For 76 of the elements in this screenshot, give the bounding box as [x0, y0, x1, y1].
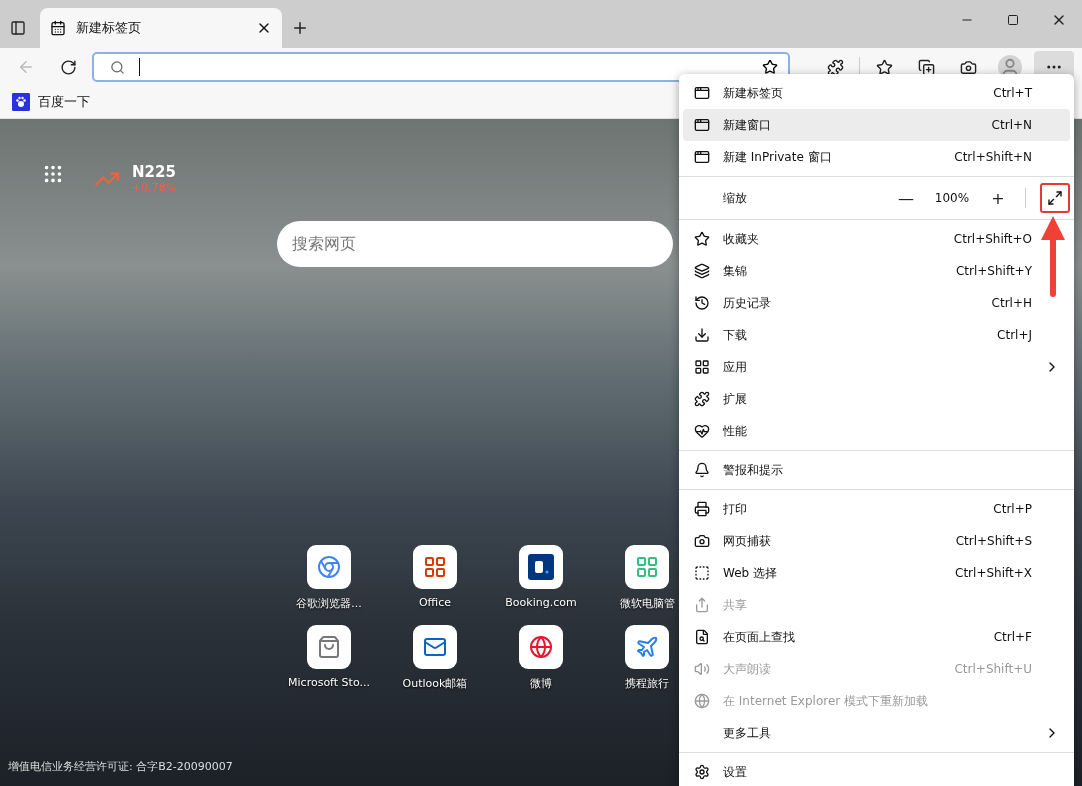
paw-icon	[12, 93, 30, 111]
menu-icon	[694, 661, 710, 677]
menu-icon	[694, 85, 710, 101]
favorites-icon[interactable]	[875, 58, 893, 76]
site-tile-icon[interactable]	[307, 545, 351, 589]
fullscreen-button[interactable]	[1040, 183, 1070, 213]
site-tile-label[interactable]: Outlook邮箱	[402, 676, 468, 691]
menu-icon	[694, 359, 710, 375]
menu-item[interactable]: 性能	[683, 415, 1070, 447]
menu-item[interactable]: 在页面上查找 Ctrl+F	[683, 621, 1070, 653]
ticker-change: +0.78%	[132, 181, 177, 194]
refresh-icon[interactable]	[59, 58, 77, 76]
menu-icon	[694, 391, 710, 407]
menu-item[interactable]: 新建 InPrivate 窗口 Ctrl+Shift+N	[683, 141, 1070, 173]
zoom-out-button[interactable]: —	[893, 185, 919, 211]
tab-page-icon	[50, 20, 66, 36]
menu-icon	[694, 597, 710, 613]
menu-item[interactable]: 设置	[683, 756, 1070, 786]
menu-icon	[694, 327, 710, 343]
apps-grid-icon[interactable]	[42, 163, 64, 185]
menu-icon	[694, 565, 710, 581]
expand-icon	[1047, 190, 1063, 206]
menu-item[interactable]: 更多工具	[683, 717, 1070, 749]
browser-tab[interactable]: 新建标签页	[40, 8, 282, 48]
menu-item[interactable]: 网页捕获 Ctrl+Shift+S	[683, 525, 1070, 557]
search-icon	[110, 59, 125, 75]
menu-item[interactable]: 历史记录 Ctrl+H	[683, 287, 1070, 319]
menu-icon	[694, 117, 710, 133]
new-tab-icon[interactable]	[291, 19, 309, 37]
ticker-name: N225	[132, 163, 177, 181]
menu-icon	[694, 149, 710, 165]
add-favorite-icon[interactable]	[762, 59, 778, 75]
site-tile-icon[interactable]	[625, 545, 669, 589]
menu-item[interactable]: 打印 Ctrl+P	[683, 493, 1070, 525]
menu-item[interactable]: 下载 Ctrl+J	[683, 319, 1070, 351]
menu-icon	[694, 423, 710, 439]
menu-icon	[694, 764, 710, 780]
menu-item[interactable]: 集锦 Ctrl+Shift+Y	[683, 255, 1070, 287]
site-tile-label[interactable]: 谷歌浏览器...	[296, 596, 362, 611]
sidebar-icon[interactable]	[10, 20, 26, 36]
site-tile-icon[interactable]	[519, 625, 563, 669]
menu-icon	[694, 629, 710, 645]
zoom-level: 100%	[933, 191, 971, 205]
site-tile-label[interactable]: Office	[418, 596, 452, 609]
menu-item[interactable]: 收藏夹 Ctrl+Shift+O	[683, 223, 1070, 255]
menu-icon	[694, 263, 710, 279]
menu-icon	[694, 462, 710, 478]
menu-item[interactable]: 新建窗口 Ctrl+N	[683, 109, 1070, 141]
site-tile-label[interactable]: 微软电脑管	[619, 596, 675, 611]
site-tile-icon[interactable]	[413, 545, 457, 589]
menu-icon	[694, 295, 710, 311]
site-tile-icon[interactable]	[625, 625, 669, 669]
maximize-icon[interactable]	[1007, 14, 1019, 26]
menu-icon	[694, 501, 710, 517]
menu-item[interactable]: Web 选择 Ctrl+Shift+X	[683, 557, 1070, 589]
zoom-in-button[interactable]: +	[985, 185, 1011, 211]
site-tile-icon[interactable]	[413, 625, 457, 669]
menu-item[interactable]: 扩展	[683, 383, 1070, 415]
menu-item-label: 缩放	[723, 189, 748, 207]
bookmark[interactable]: 百度一下	[38, 93, 90, 111]
site-tile-label[interactable]: Booking.com	[505, 596, 577, 609]
menu-icon	[694, 533, 710, 549]
menu-icon	[694, 693, 710, 709]
puzzle-icon[interactable]	[826, 58, 844, 76]
menu-item[interactable]: 新建标签页 Ctrl+T	[683, 77, 1070, 109]
site-tile-label[interactable]: 微博	[530, 676, 552, 691]
site-tile-icon[interactable]	[307, 625, 351, 669]
search-field[interactable]: 搜索网页	[277, 221, 673, 267]
menu-item[interactable]: 警报和提示	[683, 454, 1070, 486]
camera-icon[interactable]	[959, 58, 977, 76]
menu-item[interactable]: 应用	[683, 351, 1070, 383]
license-text: 增值电信业务经营许可证: 合字B2-20090007	[8, 759, 233, 774]
menu-icon	[694, 231, 710, 247]
site-tile-icon[interactable]	[519, 545, 563, 589]
site-tile-label[interactable]: 携程旅行	[625, 676, 669, 691]
site-tile-label[interactable]: Microsoft Sto...	[288, 676, 370, 689]
